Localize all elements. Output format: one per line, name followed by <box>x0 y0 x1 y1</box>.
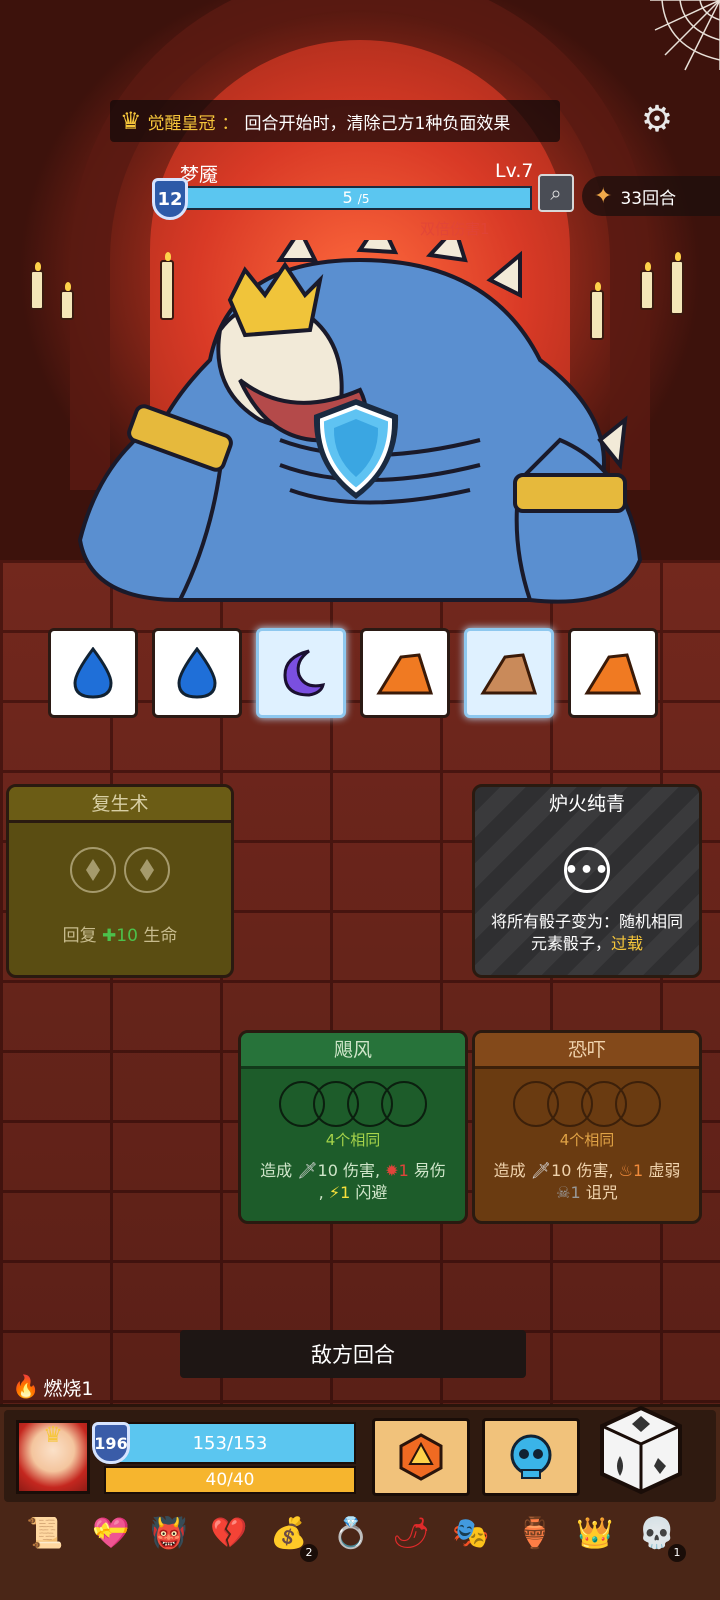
dice-row <box>48 628 662 720</box>
player-avatar[interactable]: ♛ <box>16 1420 90 1494</box>
player-hp-value: 153/153 <box>192 1432 268 1454</box>
magnifier-icon: ⌕ <box>550 181 562 205</box>
keyword-overload: 过载 <box>611 934 644 953</box>
die-water[interactable] <box>48 628 138 718</box>
skull-icon: ☠ <box>556 1183 571 1202</box>
player-energy-bar: 40/40 <box>104 1466 356 1494</box>
red-ring-icon[interactable]: 💍 <box>326 1508 376 1558</box>
shield-buff-icon <box>313 399 399 499</box>
die-earth-frozen[interactable] <box>464 628 554 718</box>
player-energy-value: 40/40 <box>205 1470 255 1490</box>
lightning-icon: ⚡ <box>328 1183 341 1202</box>
settings-button[interactable]: ⚙ <box>636 98 678 140</box>
heal-value: 10 <box>116 926 138 946</box>
enemy-hp-bar: 5 /5 <box>180 186 532 210</box>
match-requirement: 4个相同 <box>559 1131 615 1149</box>
turn-counter: ✦ 33回合 <box>582 176 720 216</box>
scroll-icon[interactable]: 📜 <box>20 1508 70 1558</box>
heart-chest-icon[interactable]: 💝 <box>86 1508 136 1558</box>
relic-name: 觉醒皇冠 <box>147 113 216 134</box>
flame-icon: 🔥 <box>12 1375 40 1400</box>
card-title: 恐吓 <box>475 1033 699 1069</box>
card-description: 回复 ✚10 生命 <box>62 926 178 946</box>
relic-count: 1 <box>668 1544 686 1562</box>
dice-slot[interactable] <box>124 847 170 893</box>
dice-slot[interactable] <box>615 1081 661 1127</box>
fire-d20-icon <box>399 1433 443 1481</box>
relic-count: 2 <box>300 1544 318 1562</box>
card-description: 将所有骰子变为：随机相同元素骰子，过载 <box>490 912 683 953</box>
water-skull-skill-button[interactable] <box>482 1418 580 1496</box>
relic-bar: 📜 💝 👹 💔 💰 2 💍 🌶 🎭 🏺 👑 💀 1 <box>14 1508 714 1564</box>
turn-count: 33回合 <box>620 188 677 209</box>
earth-rock-icon <box>480 653 538 695</box>
crown-icon: ♛ <box>120 107 142 135</box>
die-earth[interactable] <box>568 628 658 718</box>
more-icon: ••• <box>564 847 610 893</box>
enemy-status-faded: 双倍伤害1 <box>420 220 490 238</box>
sword-icon: 🗡 <box>297 1161 318 1180</box>
flame-skull-icon[interactable]: 💀 1 <box>632 1508 686 1562</box>
die-earth[interactable] <box>360 628 450 718</box>
cobweb-icon <box>650 0 720 71</box>
skill-card-gale[interactable]: 飓风 4个相同 造成 🗡10 伤害, ✹1 易伤 , ⚡1 闪避 <box>238 1030 468 1224</box>
die-water[interactable] <box>152 628 242 718</box>
enemy-hp-current: 5 <box>342 188 353 207</box>
enemy-shield-value: 12 <box>157 188 183 210</box>
enemy-shield-badge: 12 <box>152 178 188 220</box>
relic-description: 回合开始时，清除己方1种负面效果 <box>244 113 511 134</box>
chili-icon[interactable]: 🌶 <box>386 1508 436 1558</box>
fire-die-skill-button[interactable] <box>372 1418 470 1496</box>
thorn-heart-icon[interactable]: 💔 <box>204 1508 254 1558</box>
weak-flame-icon: ♨ <box>618 1161 634 1180</box>
card-title: 复生术 <box>9 787 231 823</box>
player-burn-status: 🔥 燃烧1 <box>12 1375 94 1400</box>
tiara-icon: ♛ <box>43 1423 63 1448</box>
player-shield-value: 196 <box>94 1433 128 1453</box>
enemy-intel-button[interactable]: ⌕ <box>538 174 574 212</box>
enemy-hp-max: /5 <box>357 192 370 206</box>
dice-slot[interactable] <box>70 847 116 893</box>
water-drop-icon <box>73 647 113 699</box>
broom-icon: ✦ <box>594 183 613 209</box>
skill-card-furnace[interactable]: 炉火纯青 ••• 将所有骰子变为：随机相同元素骰子，过载 <box>472 784 702 978</box>
moon-icon <box>283 649 326 697</box>
earth-rock-icon <box>584 653 642 695</box>
player-shield-badge: 196 <box>92 1422 130 1464</box>
card-effect: 造成 🗡10 伤害, ♨1 虚弱 ☠1 诅咒 <box>493 1161 681 1202</box>
earth-rock-icon <box>376 653 434 695</box>
card-title: 炉火纯青 <box>548 793 625 815</box>
match-requirement: 4个相同 <box>325 1131 381 1149</box>
gear-icon: ⚙ <box>640 98 674 140</box>
diamond-icon <box>86 859 100 881</box>
die-moon-frozen[interactable] <box>256 628 346 718</box>
water-skull-icon <box>510 1434 552 1479</box>
water-drop-icon <box>177 647 217 699</box>
sword-icon: 🗡 <box>530 1161 552 1180</box>
green-mask-icon[interactable]: 👹 <box>144 1508 194 1558</box>
vulnerable-icon: ✹ <box>385 1161 399 1180</box>
skill-card-revive[interactable]: 复生术 回复 ✚10 生命 <box>6 784 234 978</box>
relic-separator: ： <box>221 113 239 134</box>
dice-slot[interactable] <box>381 1081 427 1127</box>
relic-banner: ♛ 觉醒皇冠： 回合开始时，清除己方1种负面效果 <box>110 100 560 142</box>
roll-dice-button[interactable] <box>598 1404 684 1496</box>
teal-urn-icon[interactable]: 🏺 <box>510 1508 560 1558</box>
gold-crown-icon[interactable]: 👑 <box>570 1508 620 1558</box>
enemy-turn-banner: 敌方回合 <box>180 1330 526 1378</box>
skill-card-intimidate[interactable]: 恐吓 4个相同 造成 🗡10 伤害, ♨1 虚弱 ☠1 诅咒 <box>472 1030 702 1224</box>
card-title: 飓风 <box>241 1033 465 1069</box>
gold-pouch-icon[interactable]: 💰 2 <box>264 1508 318 1562</box>
diamond-icon <box>140 859 154 881</box>
heal-plus-icon: ✚ <box>102 926 117 946</box>
enemy-level: Lv.7 <box>495 160 534 182</box>
plague-mask-icon[interactable]: 🎭 <box>446 1508 496 1558</box>
card-effect: 造成 🗡10 伤害, ✹1 易伤 , ⚡1 闪避 <box>260 1161 446 1202</box>
player-hp-bar: 153/153 <box>104 1422 356 1464</box>
